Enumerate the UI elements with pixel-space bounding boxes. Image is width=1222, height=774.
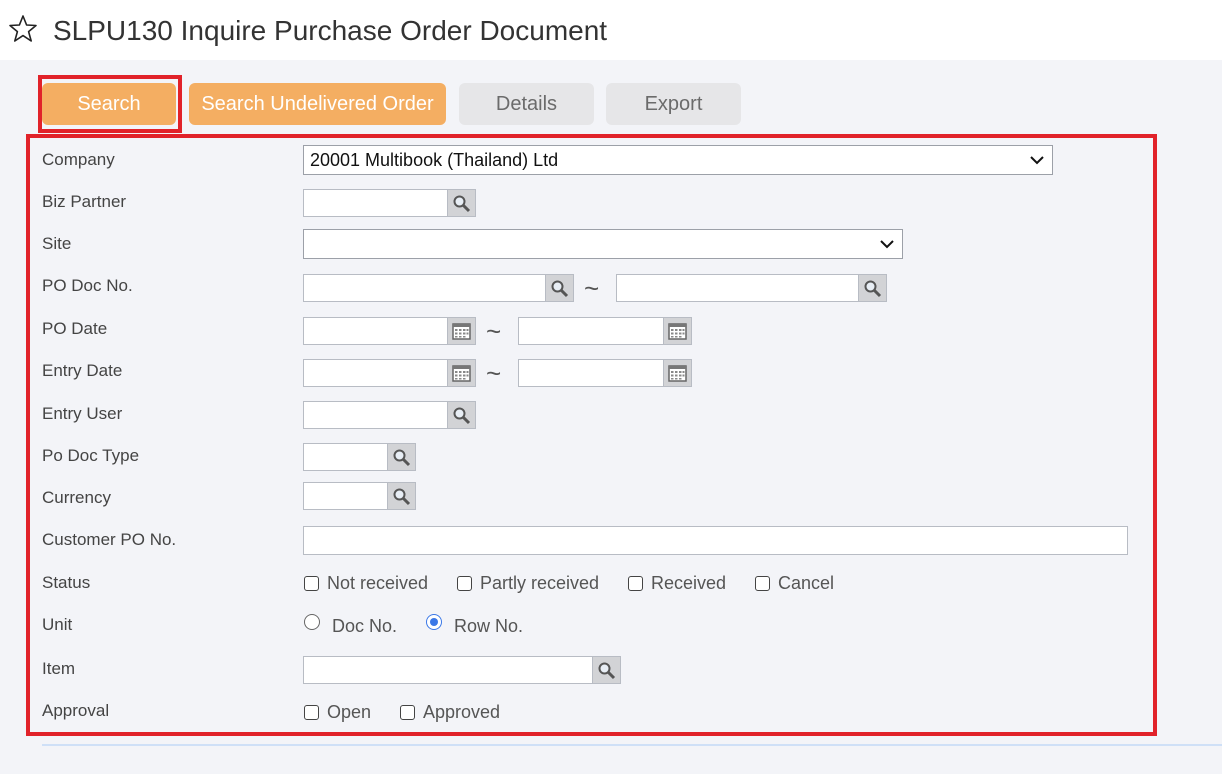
company-select-value: 20001 Multibook (Thailand) Ltd [310,150,559,170]
entry-user-input[interactable] [303,401,448,429]
chevron-down-icon [880,240,894,249]
calendar-icon [668,323,687,340]
company-select[interactable]: 20001 Multibook (Thailand) Ltd [303,145,1053,175]
status-received-checkbox[interactable] [628,576,643,591]
customer-po-no-input[interactable] [303,526,1128,555]
range-separator: ~ [584,273,600,303]
magnifier-icon [393,488,411,506]
status-cancel-label: Cancel [778,573,835,593]
status-label: Status [42,573,91,592]
magnifier-icon [453,195,471,213]
magnifier-icon [551,280,569,298]
biz-partner-search-button[interactable] [447,189,476,217]
search-button-highlight [38,75,182,133]
status-cancel-checkbox[interactable] [755,576,770,591]
entry-date-to-calendar-button[interactable] [663,359,692,387]
item-input[interactable] [303,656,593,684]
export-button[interactable]: Export [606,83,741,125]
magnifier-icon [598,662,616,680]
unit-label: Unit [42,615,73,634]
po-doc-no-to-search-button[interactable] [858,274,887,302]
entry-date-to-input[interactable] [518,359,664,387]
po-doc-no-to-input[interactable] [616,274,859,302]
customer-po-no-label: Customer PO No. [42,530,177,549]
status-not-received-checkbox[interactable] [304,576,319,591]
approval-approved-checkbox[interactable] [400,705,415,720]
site-label: Site [42,234,72,253]
divider [42,744,1222,746]
unit-row-no-radio[interactable] [426,614,442,630]
po-date-from-input[interactable] [303,317,448,345]
approval-approved-label: Approved [423,702,501,722]
po-date-label: PO Date [42,319,108,338]
unit-doc-no-radio[interactable] [304,614,320,630]
item-label: Item [42,659,76,678]
status-received-label: Received [651,573,727,593]
entry-date-from-input[interactable] [303,359,448,387]
magnifier-icon [864,280,882,298]
po-doc-no-from-input[interactable] [303,274,546,302]
approval-open-label: Open [327,702,372,722]
approval-label: Approval [42,701,110,720]
site-select[interactable] [303,229,903,259]
entry-user-label: Entry User [42,404,123,423]
biz-partner-input[interactable] [303,189,448,217]
status-partly-received-checkbox[interactable] [457,576,472,591]
calendar-icon [452,365,471,382]
entry-user-search-button[interactable] [447,401,476,429]
entry-date-from-calendar-button[interactable] [447,359,476,387]
status-partly-received-label: Partly received [480,573,600,593]
entry-date-label: Entry Date [42,361,123,380]
company-label: Company [42,150,115,169]
chevron-down-icon [1030,156,1044,165]
search-form-highlight [26,134,1157,736]
unit-doc-no-label: Doc No. [332,616,398,636]
po-doc-no-label: PO Doc No. [42,276,133,295]
status-not-received-label: Not received [327,573,429,593]
details-button[interactable]: Details [459,83,594,125]
po-doc-type-search-button[interactable] [387,443,416,471]
approval-open-checkbox[interactable] [304,705,319,720]
unit-row-no-label: Row No. [454,616,524,636]
po-doc-type-input[interactable] [303,443,388,471]
item-search-button[interactable] [592,656,621,684]
po-doc-type-label: Po Doc Type [42,446,140,465]
po-date-to-input[interactable] [518,317,664,345]
currency-label: Currency [42,488,111,507]
calendar-icon [452,323,471,340]
biz-partner-label: Biz Partner [42,192,127,211]
currency-input[interactable] [303,482,388,510]
range-separator: ~ [486,316,502,346]
magnifier-icon [453,407,471,425]
search-undelivered-order-button[interactable]: Search Undelivered Order [189,83,446,125]
magnifier-icon [393,449,411,467]
po-date-from-calendar-button[interactable] [447,317,476,345]
currency-search-button[interactable] [387,482,416,510]
calendar-icon [668,365,687,382]
po-doc-no-from-search-button[interactable] [545,274,574,302]
star-outline-icon[interactable] [8,14,38,44]
range-separator: ~ [486,358,502,388]
po-date-to-calendar-button[interactable] [663,317,692,345]
page-title: SLPU130 Inquire Purchase Order Document [53,15,608,46]
title-bar: SLPU130 Inquire Purchase Order Document [0,0,1222,60]
